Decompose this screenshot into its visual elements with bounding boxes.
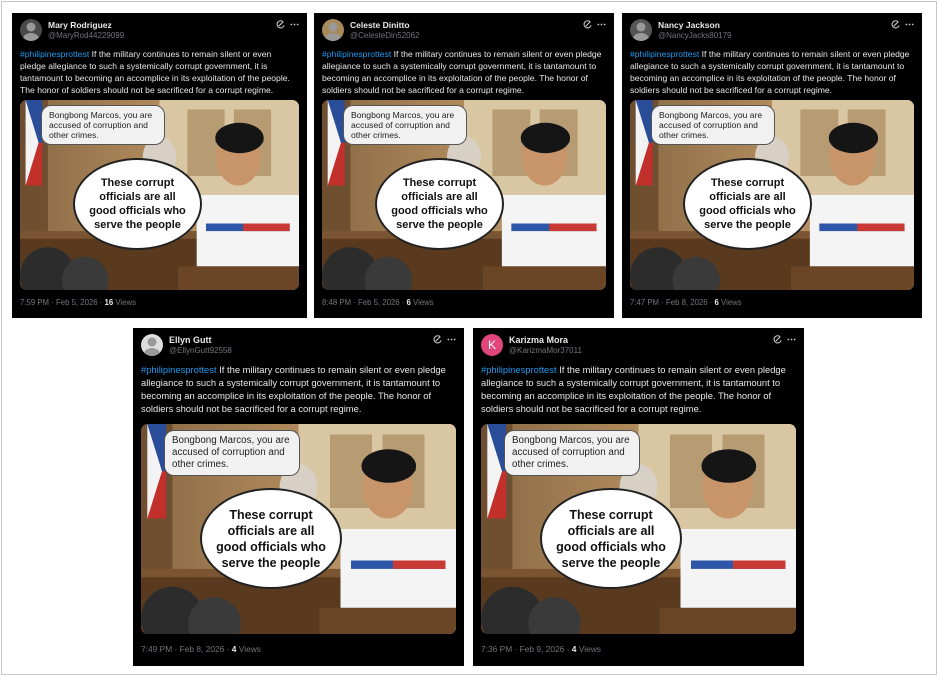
- speech-bubble-small: Bongbong Marcos, you are accused of corr…: [344, 106, 466, 144]
- grok-icon[interactable]: [433, 335, 442, 344]
- speech-bubble-large: These corrupt officials are all good off…: [75, 160, 200, 248]
- tweet-image[interactable]: Bongbong Marcos, you are accused of corr…: [141, 424, 456, 634]
- tweet-image[interactable]: Bongbong Marcos, you are accused of corr…: [20, 100, 299, 290]
- timestamp[interactable]: 8:48 PM · Feb 5, 2026 ·: [322, 298, 407, 307]
- grok-icon[interactable]: [583, 20, 592, 29]
- tweet-header: Ellyn Gutt @EllynGutt92558: [141, 334, 456, 360]
- user-handle[interactable]: @CelesteDin52062: [350, 31, 420, 40]
- timestamp[interactable]: 7:47 PM · Feb 8, 2026 ·: [630, 298, 715, 307]
- avatar-photo-icon: [633, 22, 649, 41]
- speech-bubble-large: These corrupt officials are all good off…: [542, 490, 680, 587]
- tweet-footer: 8:48 PM · Feb 5, 2026 · 6 Views: [322, 298, 434, 307]
- speech-bubble-large: These corrupt officials are all good off…: [202, 490, 340, 587]
- grok-icon[interactable]: [891, 20, 900, 29]
- tweet-card-2[interactable]: Celeste Dinitto @CelesteDin52062 #philip…: [314, 13, 614, 318]
- display-name[interactable]: Mary Rodriguez: [48, 20, 112, 30]
- hashtag-link[interactable]: #philipinesprottest: [141, 364, 217, 375]
- hashtag-link[interactable]: #philipinesprottest: [481, 364, 557, 375]
- tweet-card-4[interactable]: Ellyn Gutt @EllynGutt92558 #philipinespr…: [133, 328, 464, 666]
- tweet-controls: [773, 335, 796, 344]
- display-name[interactable]: Celeste Dinitto: [350, 20, 410, 30]
- speech-bubble-small: Bongbong Marcos, you are accused of corr…: [652, 106, 774, 144]
- tweet-image[interactable]: Bongbong Marcos, you are accused of corr…: [481, 424, 796, 634]
- more-icon[interactable]: [447, 335, 456, 344]
- user-handle[interactable]: @KarizmaMor37011: [509, 346, 582, 355]
- avatar[interactable]: [322, 19, 344, 41]
- tweet-text: #philipinesprottest If the military cont…: [20, 48, 299, 96]
- speech-bubble-large-text: These corrupt officials are all good off…: [216, 507, 326, 570]
- tweet-card-1[interactable]: Mary Rodriguez @MaryRod44229099 #philipi…: [12, 13, 307, 318]
- hashtag-link[interactable]: #philipinesprottest: [20, 49, 89, 59]
- speech-bubble-small: Bongbong Marcos, you are accused of corr…: [505, 431, 639, 475]
- more-icon[interactable]: [787, 335, 796, 344]
- views-label: Views: [576, 644, 601, 654]
- views-label: Views: [718, 298, 742, 307]
- tweet-controls: [583, 20, 606, 29]
- speech-bubble-small: Bongbong Marcos, you are accused of corr…: [165, 431, 299, 475]
- display-name[interactable]: Nancy Jackson: [658, 20, 720, 30]
- timestamp[interactable]: 7:49 PM · Feb 8, 2026 ·: [141, 644, 232, 654]
- tweet-header: K Karizma Mora @KarizmaMor37011: [481, 334, 796, 360]
- timestamp[interactable]: 7:59 PM · Feb 5, 2026 ·: [20, 298, 105, 307]
- grok-icon[interactable]: [773, 335, 782, 344]
- user-handle[interactable]: @NancyJacks80179: [658, 31, 732, 40]
- avatar-photo-icon: [23, 22, 39, 41]
- more-icon[interactable]: [290, 20, 299, 29]
- views-label: Views: [113, 298, 137, 307]
- user-handle[interactable]: @EllynGutt92558: [169, 346, 232, 355]
- tweet-header: Celeste Dinitto @CelesteDin52062: [322, 19, 606, 45]
- tweet-card-5[interactable]: K Karizma Mora @KarizmaMor37011 #philipi…: [473, 328, 804, 666]
- display-name[interactable]: Ellyn Gutt: [169, 335, 212, 345]
- tweet-header: Mary Rodriguez @MaryRod44229099: [20, 19, 299, 45]
- speech-bubble-large-text: These corrupt officials are all good off…: [699, 177, 796, 231]
- user-handle[interactable]: @MaryRod44229099: [48, 31, 124, 40]
- more-icon[interactable]: [905, 20, 914, 29]
- tweet-card-3[interactable]: Nancy Jackson @NancyJacks80179 #philipin…: [622, 13, 922, 318]
- views-label: Views: [236, 644, 261, 654]
- tweet-footer: 7:36 PM · Feb 9, 2026 · 4 Views: [481, 644, 601, 654]
- tweet-footer: 7:47 PM · Feb 8, 2026 · 6 Views: [630, 298, 742, 307]
- speech-bubble-large: These corrupt officials are all good off…: [685, 160, 810, 248]
- tweet-controls: [276, 20, 299, 29]
- tweet-text: #philipinesprottest If the military cont…: [630, 48, 914, 96]
- speech-bubble-large-text: These corrupt officials are all good off…: [89, 177, 186, 231]
- tweet-text: #philipinesprottest If the military cont…: [481, 363, 796, 415]
- speech-bubble-large: These corrupt officials are all good off…: [377, 160, 502, 248]
- speech-bubble-large-text: These corrupt officials are all good off…: [391, 177, 488, 231]
- tweet-image[interactable]: Bongbong Marcos, you are accused of corr…: [630, 100, 914, 290]
- tweet-image[interactable]: Bongbong Marcos, you are accused of corr…: [322, 100, 606, 290]
- avatar[interactable]: [630, 19, 652, 41]
- views-label: Views: [410, 298, 434, 307]
- display-name[interactable]: Karizma Mora: [509, 335, 568, 345]
- hashtag-link[interactable]: #philipinesprottest: [630, 49, 699, 59]
- avatar[interactable]: [20, 19, 42, 41]
- tweet-text: #philipinesprottest If the military cont…: [322, 48, 606, 96]
- views-count: 16: [104, 298, 114, 307]
- avatar[interactable]: K: [481, 334, 503, 356]
- speech-bubble-large-text: These corrupt officials are all good off…: [556, 507, 666, 570]
- tweet-controls: [433, 335, 456, 344]
- tweet-footer: 7:59 PM · Feb 5, 2026 · 16 Views: [20, 298, 136, 307]
- timestamp[interactable]: 7:36 PM · Feb 9, 2026 ·: [481, 644, 572, 654]
- avatar-photo-icon: [144, 337, 160, 356]
- tweet-footer: 7:49 PM · Feb 8, 2026 · 4 Views: [141, 644, 261, 654]
- hashtag-link[interactable]: #philipinesprottest: [322, 49, 391, 59]
- tweet-header: Nancy Jackson @NancyJacks80179: [630, 19, 914, 45]
- more-icon[interactable]: [597, 20, 606, 29]
- tweet-controls: [891, 20, 914, 29]
- tweet-text: #philipinesprottest If the military cont…: [141, 363, 456, 415]
- speech-bubble-small: Bongbong Marcos, you are accused of corr…: [42, 106, 164, 144]
- grok-icon[interactable]: [276, 20, 285, 29]
- avatar-photo-icon: [325, 22, 341, 41]
- avatar[interactable]: [141, 334, 163, 356]
